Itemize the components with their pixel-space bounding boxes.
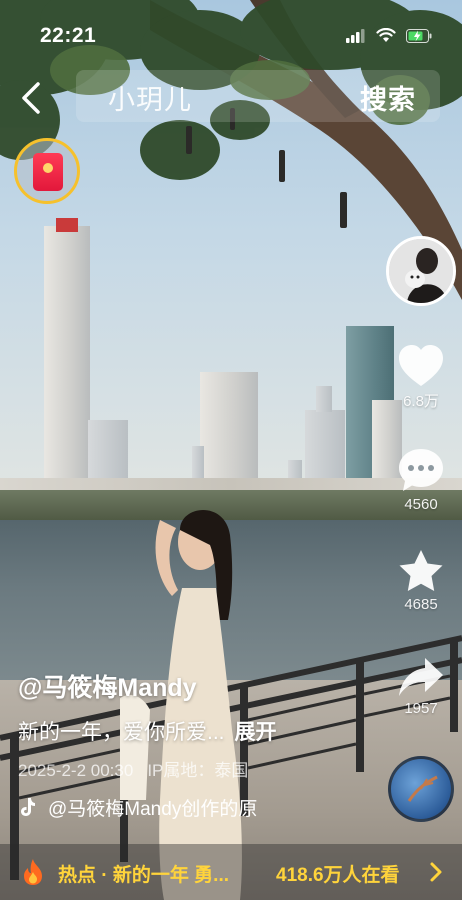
favorite-button[interactable]: 4685: [386, 548, 456, 613]
search-button[interactable]: 搜索: [360, 78, 416, 117]
signal-icon: [346, 28, 365, 43]
author-name[interactable]: @马筱梅Mandy: [18, 668, 197, 704]
comment-count: 4560: [404, 496, 438, 513]
battery-charging-icon: [406, 28, 432, 43]
wifi-icon: [376, 28, 396, 42]
flame-icon: [24, 859, 42, 885]
music-title: @马筱梅Mandy创作的原: [48, 798, 258, 820]
favorite-count: 4685: [404, 596, 438, 613]
red-envelope-seal: [43, 163, 53, 173]
music-disc: [407, 775, 438, 802]
hot-topic-viewers: 418.6万人在看: [276, 865, 400, 886]
user-avatar: [389, 239, 453, 303]
share-count: 1957: [404, 700, 438, 717]
author-avatar[interactable]: [386, 236, 456, 306]
red-packet-button[interactable]: [14, 138, 80, 204]
like-button[interactable]: 6.8万: [386, 344, 456, 411]
status-icons: [346, 28, 432, 43]
chevron-left-icon: [22, 82, 40, 114]
share-arrow-icon: [399, 658, 443, 696]
post-location: IP属地：泰国: [147, 761, 249, 780]
search-query[interactable]: 小玥儿: [108, 78, 192, 117]
comment-bubble-icon: [399, 449, 443, 491]
heart-icon: [399, 345, 443, 386]
building: [316, 386, 332, 412]
caption-text: 新的一年，爱你所爱...: [18, 721, 225, 744]
music-disc-button[interactable]: [388, 756, 454, 822]
share-button[interactable]: 1957: [386, 656, 456, 717]
status-time: 22:21: [40, 24, 97, 47]
hot-topic-title[interactable]: 热点 · 新的一年 勇...: [58, 860, 229, 887]
status-bar: 22:21: [0, 0, 462, 70]
music-info[interactable]: @马筱梅Mandy创作的原: [18, 794, 328, 820]
comment-button[interactable]: 4560: [386, 446, 456, 513]
back-button[interactable]: [14, 78, 50, 118]
post-meta: 2025-2-2 00:30 IP属地：泰国: [18, 756, 248, 781]
star-icon: [399, 550, 443, 591]
like-count: 6.8万: [403, 393, 439, 410]
chevron-right-icon[interactable]: [428, 860, 444, 884]
tiktok-note-icon: [21, 798, 35, 816]
caption: 新的一年，爱你所爱... 展开: [18, 716, 277, 746]
expand-button[interactable]: 展开: [235, 721, 277, 744]
post-date: 2025-2-2 00:30: [18, 761, 134, 780]
